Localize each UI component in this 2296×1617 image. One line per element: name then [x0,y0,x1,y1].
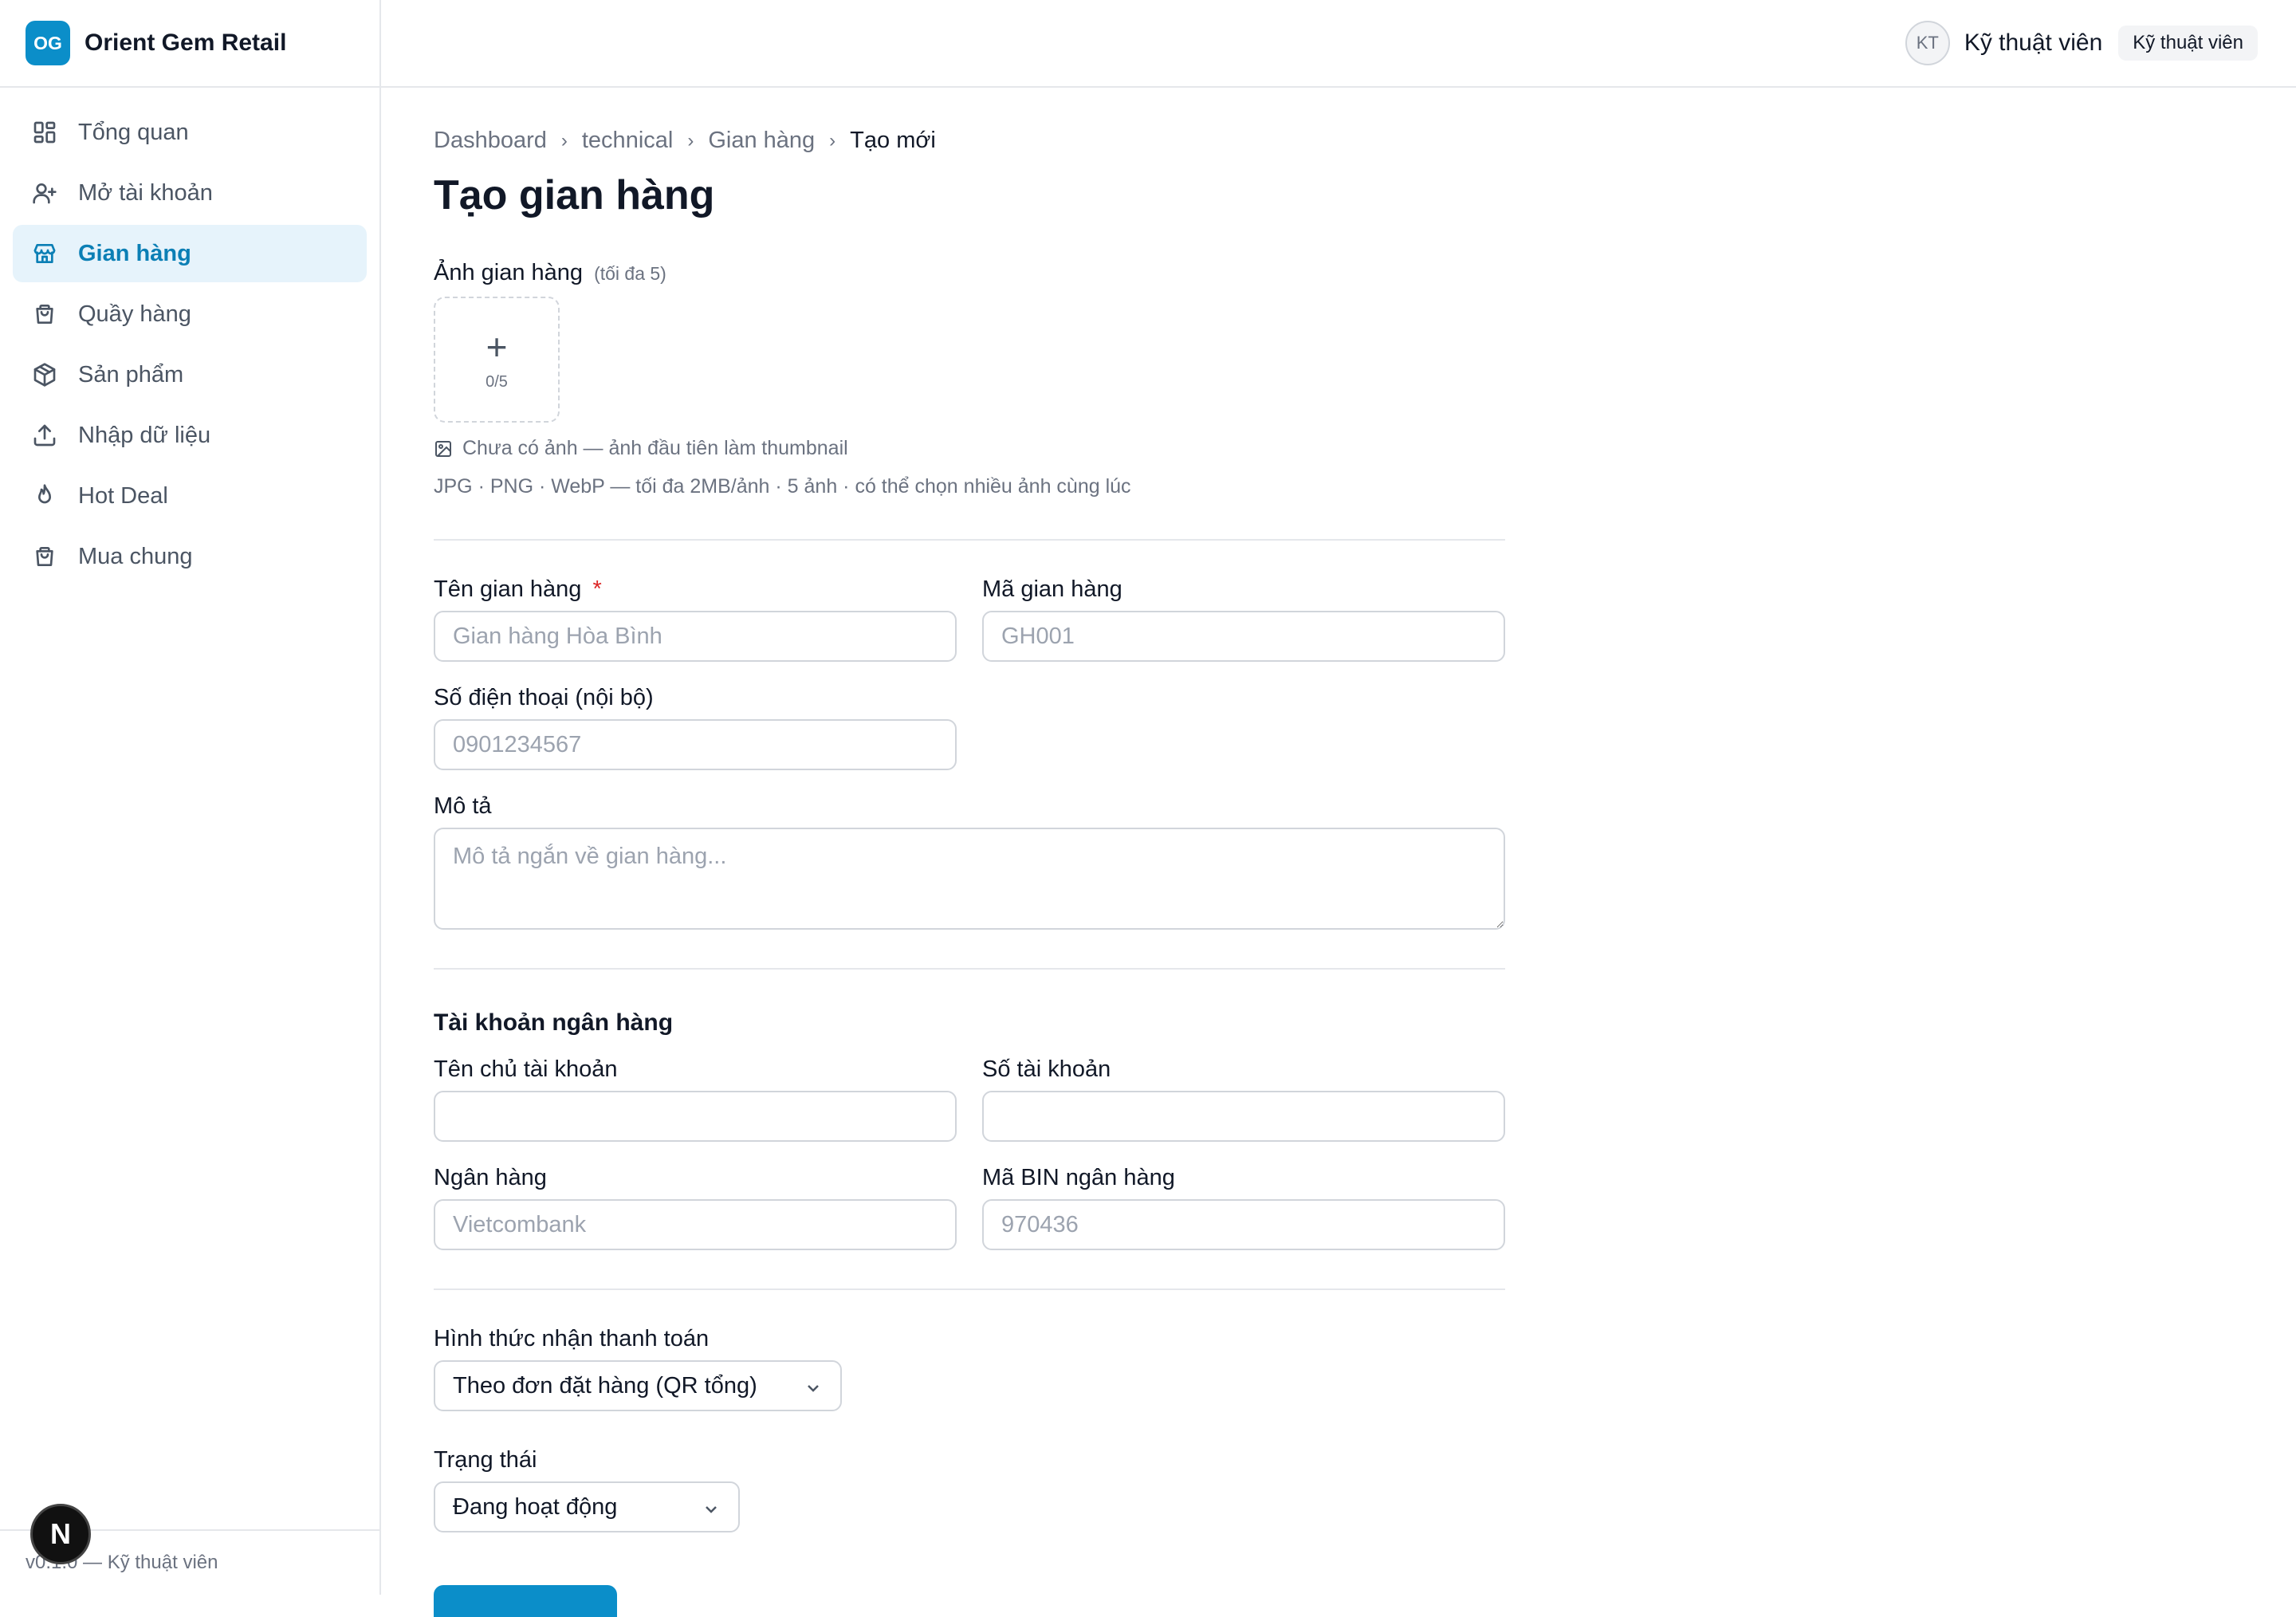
chevron-down-icon [804,1378,823,1397]
divider [434,539,1505,541]
payment-method-select[interactable]: Theo đơn đặt hàng (QR tổng) [434,1360,842,1411]
chevron-down-icon [702,1499,721,1518]
brand[interactable]: OG Orient Gem Retail [0,0,379,88]
required-mark: * [592,576,602,602]
phone-label: Số điện thoại (nội bộ) [434,685,654,710]
avatar: KT [1905,21,1950,65]
images-format-note: JPG · PNG · WebP — tối đa 2MB/ảnh · 5 ản… [434,475,1131,498]
sidebar: OG Orient Gem Retail Tổng quan Mở tài kh… [0,0,381,1595]
user-menu[interactable]: KT Kỹ thuật viên Kỹ thuật viên [1905,21,2258,65]
sidebar-item-label: Hot Deal [78,482,168,509]
sidebar-item-tong-quan[interactable]: Tổng quan [13,104,367,161]
submit-button[interactable] [434,1585,617,1617]
sidebar-item-label: Nhập dữ liệu [78,422,211,448]
divider [434,1288,1505,1290]
breadcrumb-gian-hang[interactable]: Gian hàng [708,128,815,154]
account-number-input[interactable] [982,1091,1505,1142]
user-plus-icon [32,180,57,206]
phone-input[interactable] [434,719,957,770]
bin-label: Mã BIN ngân hàng [982,1165,1175,1190]
bank-section-title: Tài khoản ngân hàng [434,1009,674,1036]
sidebar-item-label: Quầy hàng [78,301,191,327]
images-empty-note: Chưa có ảnh — ảnh đầu tiên làm thumbnail [434,437,848,460]
payment-method-value: Theo đơn đặt hàng (QR tổng) [453,1372,757,1399]
upload-icon [32,423,57,448]
description-label: Mô tả [434,793,492,819]
holder-label: Tên chủ tài khoản [434,1056,618,1082]
divider [434,968,1505,970]
account-number-label: Số tài khoản [982,1056,1111,1082]
role-badge: Kỹ thuật viên [2118,26,2258,61]
payment-label: Hình thức nhận thanh toán [434,1326,710,1351]
image-icon [435,440,451,457]
store-name-input[interactable] [434,611,957,662]
dev-indicator-button[interactable]: N [30,1504,91,1564]
store-icon [32,241,57,266]
brand-logo: OG [26,21,70,65]
chevron-right-icon: › [560,129,568,151]
plus-icon: + [486,325,508,368]
bank-bin-input[interactable] [982,1199,1505,1250]
shopping-bag-icon [32,544,57,569]
sidebar-item-hot-deal[interactable]: Hot Deal [13,467,367,525]
user-name: Kỹ thuật viên [1964,30,2103,56]
sidebar-item-mo-tai-khoan[interactable]: Mở tài khoản [13,164,367,222]
sidebar-item-nhap-du-lieu[interactable]: Nhập dữ liệu [13,407,367,464]
shopping-bag-icon [32,301,57,327]
store-code-input[interactable] [982,611,1505,662]
images-limit-hint: (tối đa 5) [594,263,666,284]
code-label: Mã gian hàng [982,576,1122,602]
brand-name: Orient Gem Retail [85,30,287,56]
status-value: Đang hoạt động [453,1493,618,1520]
sidebar-nav: Tổng quan Mở tài khoản Gian hàng Quầy hà… [0,88,379,604]
breadcrumb: Dashboard › technical › Gian hàng › Tạo … [434,128,936,154]
sidebar-item-quay-hang[interactable]: Quầy hàng [13,285,367,343]
name-label-text: Tên gian hàng [434,576,582,602]
images-label: Ảnh gian hàng [434,260,584,285]
breadcrumb-current: Tạo mới [850,128,936,153]
sidebar-item-label: Tổng quan [78,119,189,145]
sidebar-item-label: Sản phẩm [78,361,184,388]
sidebar-item-gian-hang[interactable]: Gian hàng [13,225,367,282]
breadcrumb-dashboard[interactable]: Dashboard [434,128,547,154]
bank-name-label: Ngân hàng [434,1165,547,1190]
dashboard-icon [32,120,57,145]
breadcrumb-technical[interactable]: technical [582,128,673,154]
sidebar-item-san-pham[interactable]: Sản phẩm [13,346,367,403]
package-icon [32,362,57,388]
account-holder-input[interactable] [434,1091,957,1142]
status-select[interactable]: Đang hoạt động [434,1481,740,1532]
topbar: KT Kỹ thuật viên Kỹ thuật viên [381,0,2296,88]
sidebar-item-label: Gian hàng [78,240,191,266]
sidebar-item-label: Mở tài khoản [78,179,213,206]
images-label-row: Ảnh gian hàng (tối đa 5) [434,260,666,286]
description-textarea[interactable] [434,828,1505,930]
image-upload-button[interactable]: + 0/5 [434,297,560,423]
sidebar-item-mua-chung[interactable]: Mua chung [13,528,367,585]
images-empty-text: Chưa có ảnh — ảnh đầu tiên làm thumbnail [462,437,848,459]
bank-name-input[interactable] [434,1199,957,1250]
status-label: Trạng thái [434,1447,537,1473]
name-label: Tên gian hàng * [434,576,602,603]
chevron-right-icon: › [829,129,836,151]
flame-icon [32,483,57,509]
chevron-right-icon: › [687,129,694,151]
image-count: 0/5 [486,372,508,391]
sidebar-item-label: Mua chung [78,543,193,569]
page-title: Tạo gian hàng [434,172,715,218]
